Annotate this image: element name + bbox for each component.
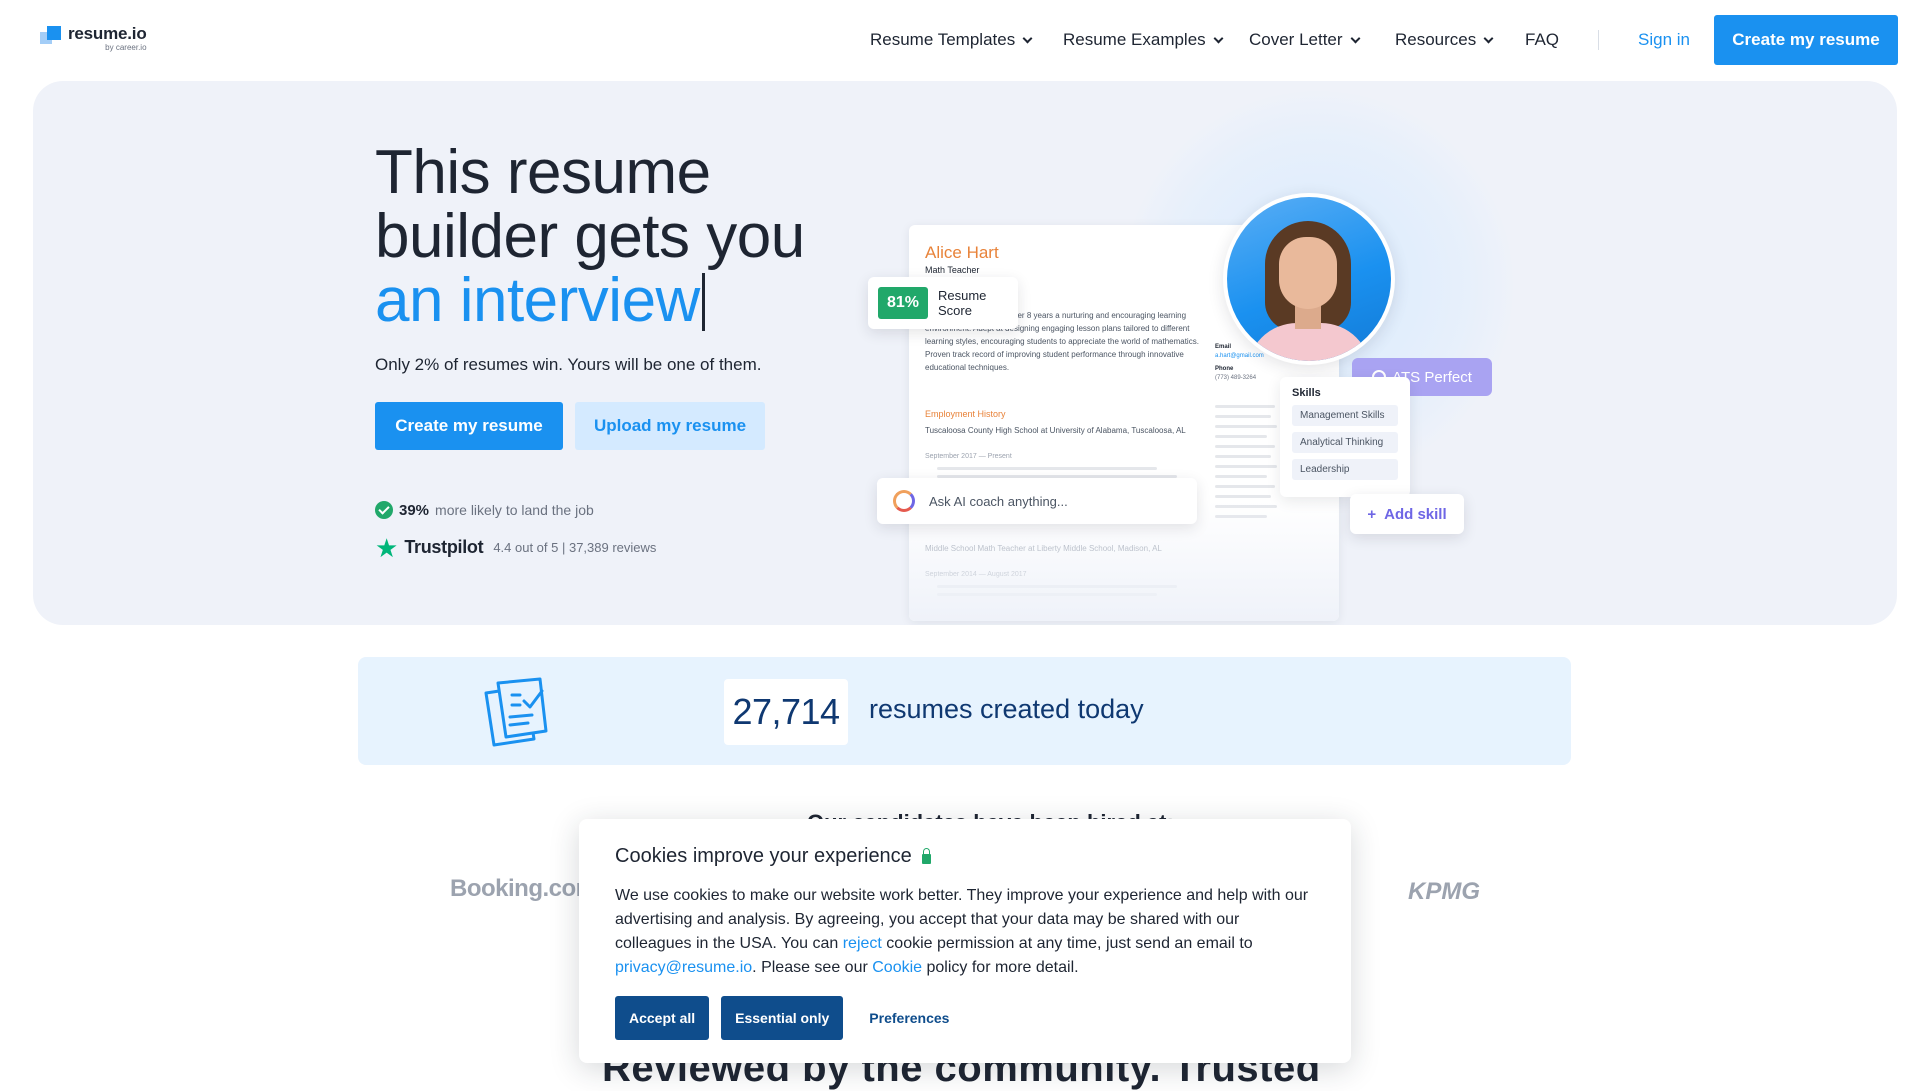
resume-score-badge: 81%	[878, 287, 928, 319]
skill-chip: Leadership	[1292, 459, 1398, 480]
upload-resume-button[interactable]: Upload my resume	[575, 402, 765, 450]
skill-chip: Management Skills	[1292, 405, 1398, 426]
lock-icon	[921, 847, 931, 864]
site-header: resume.io by career.io Resume Templates …	[0, 0, 1920, 80]
ai-ring-icon	[893, 490, 915, 512]
create-resume-header-button[interactable]: Create my resume	[1714, 15, 1898, 65]
chevron-down-icon	[1022, 33, 1033, 43]
essential-only-button[interactable]: Essential only	[721, 996, 844, 1040]
resume-role: Math Teacher	[925, 265, 980, 275]
typing-caret	[701, 273, 705, 331]
cookie-policy-link[interactable]: Cookie	[872, 959, 922, 976]
resume-score-card: 81% Resume Score	[868, 277, 1018, 329]
accept-all-button[interactable]: Accept all	[615, 996, 710, 1040]
skill-chip: Analytical Thinking	[1292, 432, 1398, 453]
logo-subtitle: by career.io	[105, 43, 147, 52]
nav-resume-examples[interactable]: Resume Examples	[1063, 30, 1224, 50]
preferences-button[interactable]: Preferences	[869, 1010, 949, 1026]
nav-resume-templates[interactable]: Resume Templates	[870, 30, 1033, 50]
hero-section: This resume builder gets you an intervie…	[33, 81, 1897, 625]
documents-icon	[484, 677, 548, 747]
logo[interactable]: resume.io by career.io	[40, 24, 147, 52]
nav-divider	[1598, 30, 1599, 50]
resume-job-2-date: September 2014 — August 2017	[925, 571, 1027, 578]
hero-headline: This resume builder gets you an intervie…	[375, 138, 805, 335]
booking-logo: Booking.com	[450, 875, 597, 902]
chevron-down-icon	[1350, 33, 1360, 43]
logo-name: resume.io	[68, 24, 147, 43]
check-circle-icon	[375, 501, 393, 519]
resume-section-employment: Employment History	[925, 409, 1006, 419]
resumes-count: 27,714	[724, 679, 848, 745]
nav-cover-letter[interactable]: Cover Letter	[1249, 30, 1360, 50]
resume-name: Alice Hart	[925, 243, 999, 262]
cookie-text: We use cookies to make our website work …	[615, 887, 1309, 976]
resume-job-1: Tuscaloosa County High School at Univers…	[925, 426, 1186, 435]
resume-job-2: Middle School Math Teacher at Liberty Mi…	[925, 544, 1162, 553]
logo-mark-icon	[40, 24, 62, 46]
avatar	[1223, 193, 1395, 365]
chevron-down-icon	[1213, 33, 1224, 43]
trustpilot-rating[interactable]: ★ Trustpilot 4.4 out of 5 | 37,389 revie…	[375, 532, 656, 563]
sign-in-link[interactable]: Sign in	[1638, 30, 1690, 50]
privacy-email-link[interactable]: privacy@resume.io	[615, 959, 752, 976]
plus-icon: +	[1367, 505, 1377, 523]
ai-coach-input: Ask AI coach anything...	[877, 478, 1197, 524]
add-skill-button: + Add skill	[1350, 494, 1464, 534]
chevron-down-icon	[1483, 33, 1494, 43]
resume-job-1-date: September 2017 — Present	[925, 453, 1012, 460]
kpmg-logo: KPMG	[1408, 878, 1480, 905]
nav-resources[interactable]: Resources	[1395, 30, 1494, 50]
stat-line: 39% more likely to land the job	[375, 501, 594, 519]
cookie-title: Cookies improve your experience	[615, 845, 1315, 868]
nav-faq[interactable]: FAQ	[1525, 30, 1559, 50]
hero-subline: Only 2% of resumes win. Yours will be on…	[375, 355, 762, 374]
reject-link[interactable]: reject	[843, 935, 882, 952]
trustpilot-star-icon: ★	[375, 532, 399, 563]
skills-card: Skills Management Skills Analytical Thin…	[1280, 377, 1410, 497]
resumes-counter: 27,714 resumes created today	[358, 657, 1571, 765]
cookie-banner: Cookies improve your experience We use c…	[579, 819, 1351, 1063]
resumes-count-label: resumes created today	[869, 694, 1144, 724]
create-resume-button[interactable]: Create my resume	[375, 402, 563, 450]
